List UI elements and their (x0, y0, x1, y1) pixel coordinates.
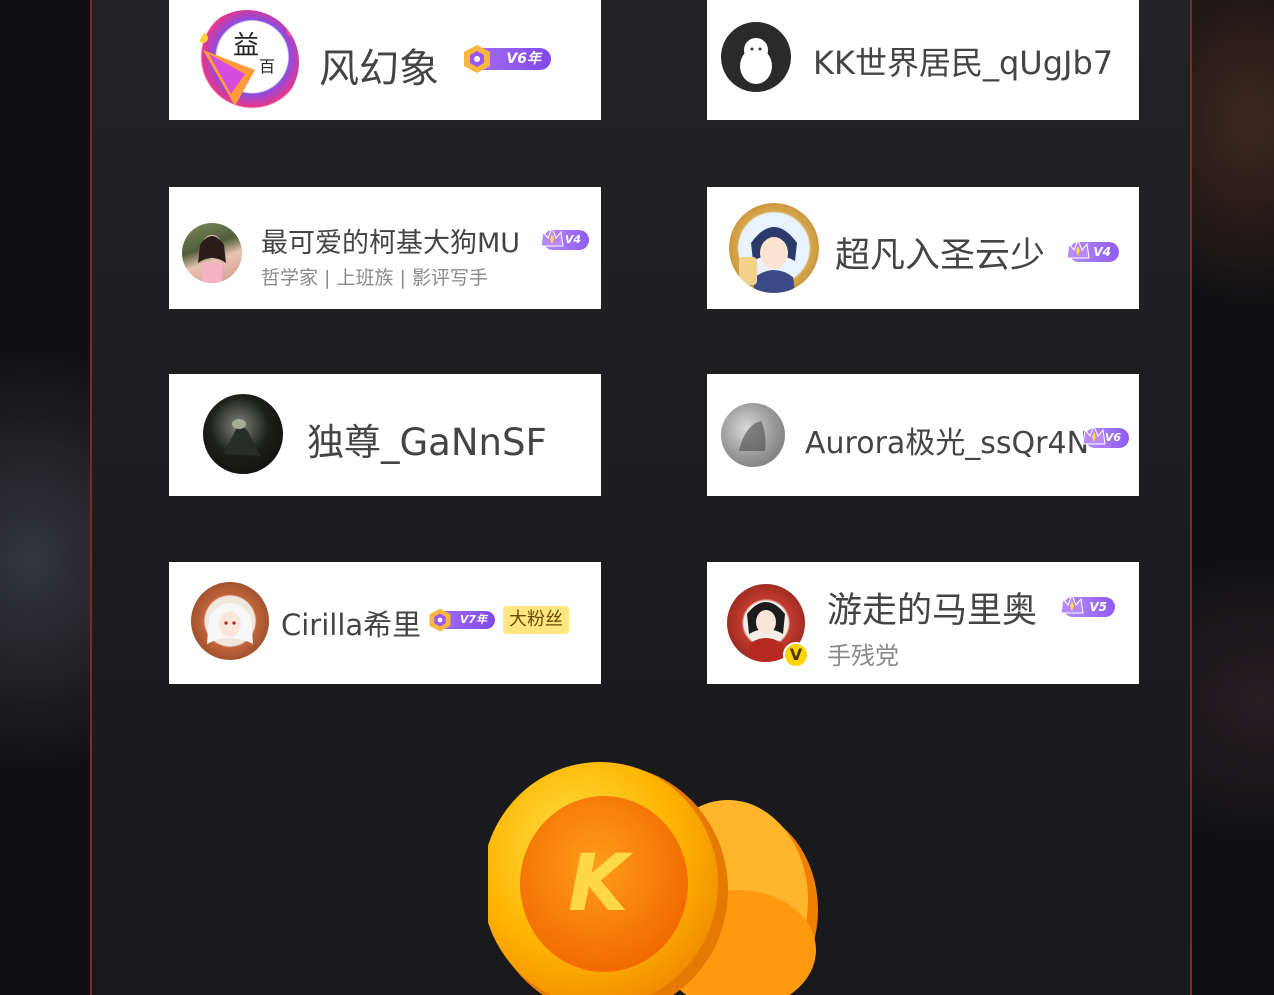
fan-level-tag: 大粉丝 (503, 606, 569, 634)
page: 益 百 风幻象 V6年 KK世界居民_qUgJb7 最可爱的柯基大狗MU V4 … (0, 0, 1274, 995)
vip-year-badge: V6年 (464, 45, 551, 73)
username[interactable]: Cirilla希里 (281, 602, 421, 644)
user-card-1[interactable]: 益 百 风幻象 V6年 (169, 0, 601, 120)
anime-boy-avatar-icon[interactable] (729, 203, 819, 293)
badge-text: V6年 (506, 51, 541, 67)
crown-icon (1082, 424, 1106, 445)
user-card-7[interactable]: Cirilla希里 V7年 大粉丝 (169, 562, 601, 684)
username[interactable]: 独尊_GaNnSF (307, 412, 547, 466)
verified-badge: V (783, 642, 809, 668)
badge-text: V5 (1089, 600, 1107, 614)
verified-mark: V (789, 645, 803, 664)
vip-level-badge: V5 (1060, 593, 1115, 617)
user-card-8[interactable]: V 游走的马里奥 V5 手残党 (707, 562, 1139, 684)
badge-text: V4 (564, 233, 581, 246)
girl-photo-avatar-icon[interactable] (182, 223, 242, 283)
username[interactable]: 最可爱的柯基大狗MU (261, 221, 520, 260)
crown-icon (540, 226, 564, 247)
badge-text: V7年 (459, 613, 487, 626)
dark-photo-avatar-icon[interactable] (203, 394, 283, 474)
svg-text:益: 益 (233, 31, 259, 61)
crown-icon (1066, 238, 1090, 259)
crown-icon (1060, 593, 1084, 614)
vip-year-badge: V7年 (429, 608, 495, 632)
user-card-5[interactable]: 独尊_GaNnSF (169, 374, 601, 496)
user-card-2[interactable]: KK世界居民_qUgJb7 (707, 0, 1139, 120)
coin-letter: K (568, 839, 634, 929)
vip-level-badge: V4 (1066, 238, 1119, 262)
username[interactable]: 超凡入圣云少 (835, 227, 1045, 278)
username[interactable]: Aurora极光_ssQr4N (805, 418, 1089, 462)
badge-text: V6 (1104, 431, 1121, 444)
vip-level-badge: V4 (540, 226, 589, 250)
svg-text:百: 百 (259, 57, 275, 76)
vip-level-badge: V6 (1082, 424, 1129, 448)
user-card-4[interactable]: 超凡入圣云少 V4 (707, 187, 1139, 309)
grey-sketch-avatar-icon[interactable] (721, 403, 785, 467)
user-card-3[interactable]: 最可爱的柯基大狗MU V4 哲学家 | 上班族 | 影评写手 (169, 187, 601, 309)
white-hair-anime-avatar-icon[interactable] (191, 582, 269, 660)
user-subtitle: 手残党 (827, 642, 899, 670)
badge-text: V4 (1093, 245, 1111, 259)
party-hat-avatar-icon[interactable]: 益 百 (195, 10, 299, 114)
user-subtitle: 哲学家 | 上班族 | 影评写手 (261, 267, 488, 289)
user-card-6[interactable]: Aurora极光_ssQr4N V6 (707, 374, 1139, 496)
hexagon-gem-icon (429, 608, 451, 632)
username[interactable]: KK世界居民_qUgJb7 (813, 38, 1113, 84)
username[interactable]: 游走的马里奥 (827, 582, 1037, 633)
hexagon-gem-icon (464, 45, 490, 73)
username[interactable]: 风幻象 (319, 36, 439, 94)
kk-coin-stack-icon: K (482, 760, 828, 995)
default-ghost-avatar-icon[interactable] (721, 22, 791, 92)
